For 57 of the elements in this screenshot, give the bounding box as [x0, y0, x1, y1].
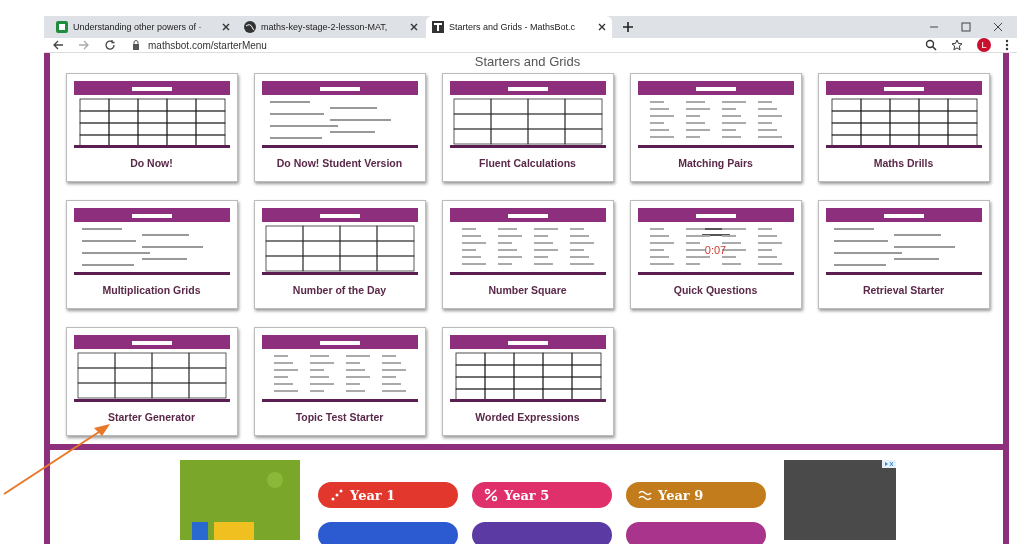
year-button[interactable]: Year 1 — [318, 482, 458, 508]
timer-text: 0:07 — [704, 244, 727, 256]
close-icon[interactable] — [598, 23, 606, 31]
starter-card[interactable]: Topic Test Starter — [253, 327, 426, 436]
globe-icon — [244, 21, 256, 33]
year-button[interactable]: Year 5 — [472, 482, 612, 508]
starter-card[interactable]: Retrieval Starter — [817, 200, 990, 309]
starter-card[interactable]: Fluent Calculations — [441, 73, 614, 182]
starter-card[interactable]: Maths Drills — [817, 73, 990, 182]
starter-card[interactable]: Do Now! Student Version — [253, 73, 426, 182]
maximize-icon[interactable] — [961, 22, 971, 32]
browser-tab[interactable]: Starters and Grids - MathsBot.c — [426, 16, 612, 38]
address-field[interactable]: mathsbot.com/starterMenu — [148, 39, 267, 51]
site-icon — [432, 21, 444, 33]
sheet-icon — [56, 21, 68, 33]
card-title: Number of the Day — [292, 284, 387, 296]
card-title: Matching Pairs — [678, 157, 753, 169]
page-heading: Starters and Grids — [474, 54, 581, 69]
close-icon[interactable] — [410, 23, 418, 31]
card-title: Do Now! Student Version — [276, 157, 403, 169]
year-button[interactable] — [472, 522, 612, 544]
starter-card[interactable]: Number Square — [441, 200, 614, 309]
card-title: Maths Drills — [873, 157, 934, 169]
card-title: Do Now! — [130, 157, 173, 169]
year-button[interactable] — [318, 522, 458, 544]
card-title: Quick Questions — [673, 284, 758, 296]
starter-card[interactable]: Number of the Day — [253, 200, 426, 309]
browser-tab[interactable]: Understanding other powers of · — [50, 16, 236, 38]
card-title: Topic Test Starter — [295, 411, 384, 423]
star-icon[interactable] — [951, 39, 963, 51]
ad-choices-icon[interactable] — [882, 460, 896, 468]
reload-icon[interactable] — [104, 39, 116, 51]
new-tab-icon[interactable] — [622, 21, 634, 33]
menu-icon[interactable] — [1005, 39, 1009, 51]
starter-card[interactable]: Multiplication Grids — [65, 200, 238, 309]
starter-card[interactable]: Worded Expressions — [441, 327, 614, 436]
starter-card[interactable]: Matching Pairs — [629, 73, 802, 182]
year-button[interactable] — [626, 522, 766, 544]
starter-card[interactable]: 0:07 Quick Questions — [629, 200, 802, 309]
starter-card[interactable]: Starter Generator — [65, 327, 238, 436]
dots-icon — [330, 488, 344, 502]
back-icon[interactable] — [52, 39, 64, 51]
card-title: Number Square — [488, 284, 567, 296]
card-title: Multiplication Grids — [102, 284, 201, 296]
card-title: Starter Generator — [108, 411, 195, 423]
starter-card[interactable]: Do Now! — [65, 73, 238, 182]
zoom-icon[interactable] — [925, 39, 937, 51]
close-icon[interactable] — [993, 22, 1003, 32]
percent-icon — [484, 488, 498, 502]
approx-icon — [638, 488, 652, 502]
card-title: Worded Expressions — [475, 411, 580, 423]
card-title: Retrieval Starter — [862, 284, 945, 296]
lock-icon — [130, 39, 142, 51]
browser-tab[interactable]: maths-key-stage-2-lesson-MAT, — [238, 16, 424, 38]
card-title: Fluent Calculations — [479, 157, 576, 169]
profile-avatar[interactable]: L — [977, 38, 991, 52]
close-icon[interactable] — [222, 23, 230, 31]
